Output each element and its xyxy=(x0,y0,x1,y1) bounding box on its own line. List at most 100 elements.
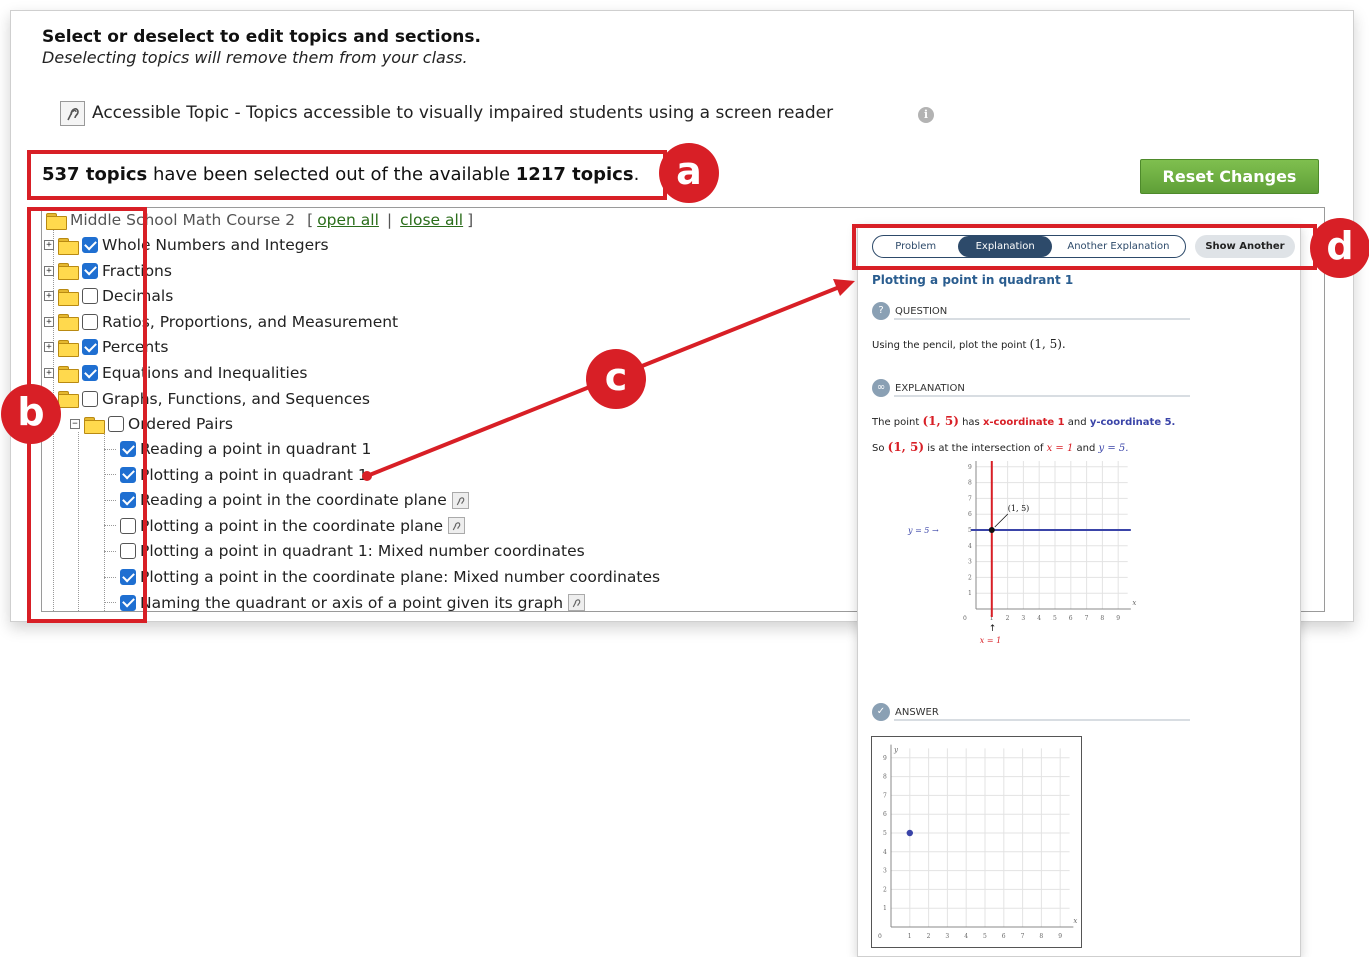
explanation-icon: ∞ xyxy=(872,379,890,397)
exp-x-coordinate: x-coordinate 1 xyxy=(982,417,1065,428)
x-line-arrow: ↑ xyxy=(989,624,997,634)
exp-y-equation: y = 5. xyxy=(1098,443,1129,454)
section-divider xyxy=(894,719,1190,721)
y-tick-label: 8 xyxy=(883,774,887,781)
exp-point: (1, 5) xyxy=(887,440,925,454)
y-tick-label: 1 xyxy=(883,905,887,912)
point-1-5 xyxy=(988,527,995,533)
exp-text: has xyxy=(962,417,980,428)
point-pointer xyxy=(994,513,1009,528)
x-tick-label: 3 xyxy=(945,933,949,940)
tree-topic[interactable]: Plotting a point in the coordinate plane… xyxy=(104,566,660,588)
y-tick-label: 6 xyxy=(883,811,887,818)
exp-text: The point xyxy=(872,417,920,428)
question-point: (1, 5). xyxy=(1029,337,1066,351)
x-tick-label: 7 xyxy=(1085,615,1089,622)
answer-icon: ✓ xyxy=(872,703,890,721)
y-tick-label: 8 xyxy=(968,480,972,487)
x-tick-label: 3 xyxy=(1021,615,1025,622)
y-tick-label: 7 xyxy=(968,495,972,502)
accessibility-hand-icon xyxy=(60,100,85,126)
answer-heading-label: ANSWER xyxy=(895,706,939,718)
y-tick-label: 5 xyxy=(883,830,887,837)
problem-title: Plotting a point in quadrant 1 xyxy=(872,273,1074,287)
x-tick-label: 1 xyxy=(908,933,912,940)
point-label: (1, 5) xyxy=(1008,504,1030,513)
topic-label: Reading a point in quadrant 1 xyxy=(140,440,372,458)
x-tick-label: 8 xyxy=(1100,615,1104,622)
y-tick-label: 3 xyxy=(883,868,887,875)
x-line-label: x = 1 xyxy=(980,636,1001,645)
question-text: Using the pencil, plot the point (1, 5). xyxy=(872,337,1066,351)
y-tick-label: 2 xyxy=(883,886,887,893)
x-tick-label: 9 xyxy=(1058,933,1062,940)
callout-badge-d: d xyxy=(1310,218,1369,278)
explanation-line-1: The point (1, 5) has x-coordinate 1 and … xyxy=(872,414,1175,428)
tree-topic[interactable]: Reading a point in the coordinate plane xyxy=(104,489,469,511)
topic-label: Naming the quadrant or axis of a point g… xyxy=(140,593,564,612)
topic-label: Plotting a point in quadrant 1: Mixed nu… xyxy=(140,542,585,561)
x-tick-label: 6 xyxy=(1002,933,1006,940)
answer-point-1-5 xyxy=(906,829,913,837)
x-tick-label: 5 xyxy=(983,933,987,940)
reset-changes-button[interactable]: Reset Changes xyxy=(1140,159,1319,194)
y-tick-label: 6 xyxy=(968,511,972,518)
exp-text: So xyxy=(872,443,885,454)
topic-label: Plotting a point in the coordinate plane xyxy=(140,516,444,535)
y-tick-label: 4 xyxy=(883,849,887,856)
y-tick-label: 1 xyxy=(968,590,972,597)
x-tick-label: 4 xyxy=(964,933,968,940)
x-tick-label: 9 xyxy=(1116,615,1120,622)
exp-text: and xyxy=(1067,417,1087,428)
y-line-label: y = 5 → xyxy=(907,526,939,535)
callout-frame-a xyxy=(27,150,667,200)
y-tick-label: 9 xyxy=(883,755,887,762)
close-all-link[interactable]: close all xyxy=(400,211,463,229)
topic-label: Plotting a point in quadrant 1 xyxy=(140,465,368,484)
tree-topic[interactable]: Naming the quadrant or axis of a point g… xyxy=(104,592,586,612)
tree-topic[interactable]: Plotting a point in quadrant 1: Mixed nu… xyxy=(104,540,585,562)
open-all-link[interactable]: open all xyxy=(317,211,379,229)
exp-x-equation: x = 1 xyxy=(1046,443,1074,454)
y-tick-label: 3 xyxy=(968,559,972,566)
tree-topic[interactable]: Plotting a point in the coordinate plane xyxy=(104,515,466,537)
exp-point: (1, 5) xyxy=(922,414,959,428)
section-divider xyxy=(894,318,1190,320)
x-tick-label: 5 xyxy=(1053,615,1057,622)
topic-label: Reading a point in the coordinate plane xyxy=(140,491,447,510)
separator: | xyxy=(386,211,393,229)
accessibility-hand-icon xyxy=(448,517,466,535)
y-tick-label: 4 xyxy=(968,543,972,550)
x-tick-label: 8 xyxy=(1039,933,1043,940)
bracket-open: [ xyxy=(307,211,314,229)
y-tick-label: 9 xyxy=(968,464,972,471)
accessibility-hand-icon xyxy=(451,491,469,509)
explanation-heading-label: EXPLANATION xyxy=(895,382,965,394)
callout-badge-a: a xyxy=(659,143,719,203)
x-tick-label: 4 xyxy=(1037,615,1041,622)
x-tick-label: 6 xyxy=(1069,615,1073,622)
explanation-line-2: So (1, 5) is at the intersection of x = … xyxy=(872,440,1128,454)
callout-frame-d xyxy=(852,224,1317,270)
exp-text: and xyxy=(1076,443,1096,454)
accessibility-hand-icon xyxy=(568,594,586,611)
bracket-close: ] xyxy=(467,211,474,229)
page-heading: Select or deselect to edit topics and se… xyxy=(42,27,481,47)
answer-graph[interactable]: 1122334455667788990xy xyxy=(871,736,1082,948)
x-axis-label: x xyxy=(1132,599,1136,607)
answer-graph-frame xyxy=(871,736,1082,948)
x-tick-label: 2 xyxy=(927,933,931,940)
section-divider xyxy=(894,395,1190,397)
question-heading-label: QUESTION xyxy=(895,305,948,317)
info-icon[interactable]: i xyxy=(918,107,934,123)
x-axis-label: x xyxy=(1073,917,1077,925)
accessible-legend-text: Accessible Topic - Topics accessible to … xyxy=(92,103,834,123)
callout-badge-b: b xyxy=(1,384,61,444)
explanation-graph: 1122334455667788990xy(1, 5)y = 5 →↑x = 1 xyxy=(907,461,1136,645)
accessible-legend: Accessible Topic - Topics accessible to … xyxy=(60,99,833,127)
callout-badge-c: c xyxy=(586,349,646,409)
x-tick-label: 2 xyxy=(1006,615,1010,622)
exp-y-coordinate: y-coordinate 5. xyxy=(1089,417,1176,428)
y-tick-label: 2 xyxy=(968,574,972,581)
page-subheading: Deselecting topics will remove them from… xyxy=(42,48,468,67)
